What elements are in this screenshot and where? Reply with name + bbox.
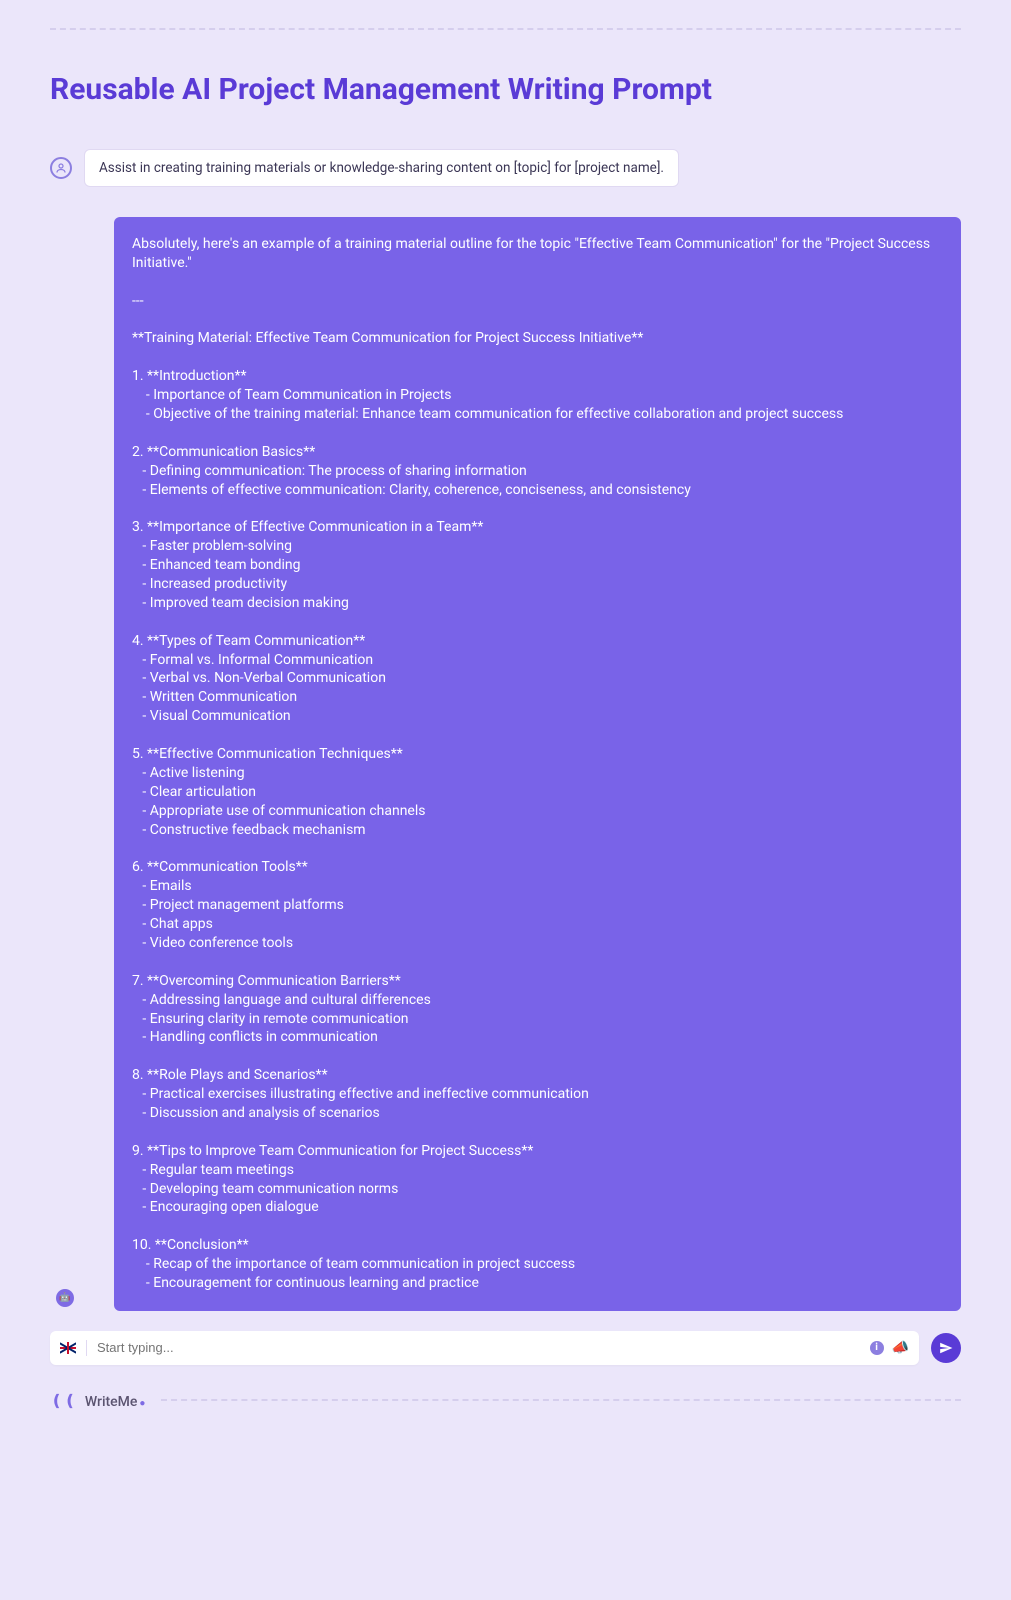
user-prompt-box: Assist in creating training materials or… <box>84 149 679 187</box>
user-prompt-text: Assist in creating training materials or… <box>99 160 664 176</box>
language-flag-icon[interactable] <box>60 1342 76 1354</box>
user-message-row: Assist in creating training materials or… <box>50 149 961 187</box>
footer-divider <box>161 1399 961 1401</box>
footer: ❪❪ WriteMe● <box>50 1391 961 1410</box>
megaphone-icon[interactable]: 📣 <box>892 1340 909 1356</box>
input-separator <box>86 1340 87 1356</box>
page-title: Reusable AI Project Management Writing P… <box>50 72 961 107</box>
input-area: i 📣 <box>50 1331 961 1365</box>
brand-name: WriteMe● <box>85 1391 146 1410</box>
info-icon[interactable]: i <box>870 1341 884 1355</box>
send-icon <box>939 1341 953 1355</box>
ai-message-row: 🤖 Absolutely, here's an example of a tra… <box>50 217 961 1311</box>
ai-response-block: Absolutely, here's an example of a train… <box>114 217 961 1311</box>
ai-avatar-icon: 🤖 <box>56 1289 74 1307</box>
send-button[interactable] <box>931 1333 961 1363</box>
message-input-bar[interactable]: i 📣 <box>50 1331 919 1365</box>
brand-logo-icon: ❪❪ <box>50 1391 77 1410</box>
user-avatar-icon <box>50 157 72 179</box>
message-input[interactable] <box>97 1340 870 1355</box>
top-divider <box>50 0 961 30</box>
